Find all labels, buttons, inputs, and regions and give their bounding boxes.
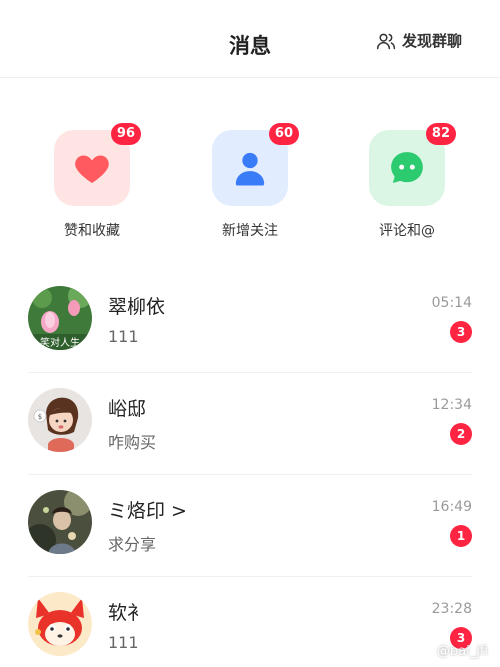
top-bar: 消息 发现群聊 [0, 0, 500, 78]
message-time: 16:49 [431, 499, 472, 515]
unread-count-badge: 2 [450, 423, 472, 445]
discover-label: 发现群聊 [401, 32, 462, 50]
message-time: 23:28 [431, 601, 472, 617]
contact-name: 翠柳依 [108, 296, 166, 318]
likes-and-collects-entry[interactable]: 96 赞和收藏 [37, 123, 147, 240]
person-icon [235, 152, 265, 186]
followers-badge: 60 [268, 123, 299, 145]
avatar-caption: 笑对人生 [40, 336, 80, 349]
message-row[interactable]: 软衤 111 23:28 3 [28, 576, 472, 667]
heart-icon [75, 155, 109, 183]
message-preview: 111 [108, 327, 139, 346]
likes-label: 赞和收藏 [64, 223, 120, 239]
message-row[interactable]: $ 峪邸 咋购买 12:34 2 [28, 372, 472, 475]
message-preview: 咋购买 [108, 433, 157, 452]
avatar[interactable]: 笑对人生 [28, 286, 92, 350]
avatar[interactable] [28, 592, 92, 656]
message-preview: 求分享 [108, 535, 157, 554]
comments-and-mentions-entry[interactable]: 82 评论和@ [352, 123, 462, 240]
likes-badge: 96 [110, 123, 141, 145]
message-time: 05:14 [431, 295, 472, 311]
message-preview: 111 [108, 633, 139, 652]
unread-count-badge: 3 [450, 321, 472, 343]
discover-group-chat-button[interactable]: 发现群聊 [376, 30, 462, 51]
contact-name: 峪邸 [108, 398, 147, 420]
lotus-avatar-image: 笑对人生 [28, 286, 92, 350]
message-row[interactable]: 笑对人生 翠柳依 111 05:14 3 [28, 270, 472, 373]
photo-avatar-image [28, 490, 92, 554]
contact-name: 软衤 [108, 602, 147, 624]
contact-name: ミ烙印 > [108, 500, 187, 522]
avatar[interactable] [28, 490, 92, 554]
avatar[interactable]: $ [28, 388, 92, 452]
notification-categories: 96 赞和收藏 60 新增关注 82 评论和@ [0, 123, 500, 245]
cartoon-girl-avatar-image: $ [28, 388, 92, 452]
message-row[interactable]: ミ烙印 > 求分享 16:49 1 [28, 474, 472, 577]
likes-tile: 96 [54, 123, 141, 206]
chat-bubble-icon [391, 152, 423, 183]
comments-tile: 82 [369, 123, 456, 206]
cartoon-fox-avatar-image [28, 592, 92, 656]
message-time: 12:34 [431, 397, 472, 413]
followers-tile: 60 [212, 123, 299, 206]
comments-badge: 82 [425, 123, 456, 145]
users-icon [376, 33, 396, 49]
watermark: @bai_jfi [436, 644, 488, 659]
unread-count-badge: 1 [450, 525, 472, 547]
svg-text:$: $ [38, 413, 42, 421]
followers-label: 新增关注 [222, 223, 278, 239]
comments-label: 评论和@ [379, 223, 435, 239]
new-followers-entry[interactable]: 60 新增关注 [195, 123, 305, 240]
